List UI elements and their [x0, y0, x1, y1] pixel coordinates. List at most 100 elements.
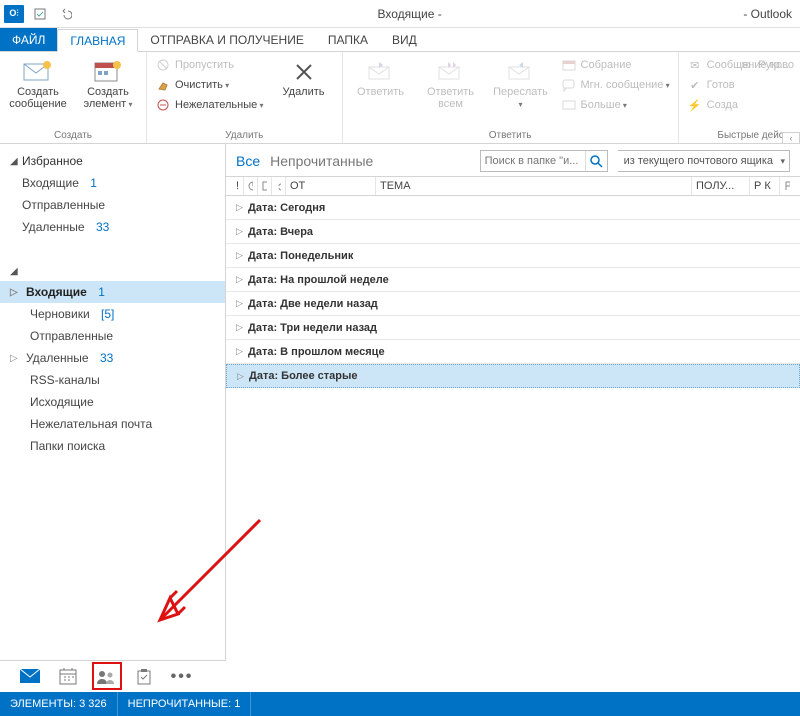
title-bar: O⫶ Входящие - - Outlook — [0, 0, 800, 28]
folder-sent[interactable]: Отправленные — [0, 325, 225, 347]
fav-deleted[interactable]: Удаленные 33 — [0, 216, 225, 238]
folder-search[interactable]: Папки поиска — [0, 435, 225, 457]
im-button[interactable]: Мгн. сообщение — [559, 76, 672, 94]
quickstep-create-button[interactable]: ⚡Созда — [685, 96, 800, 114]
date-group[interactable]: ▷Дата: Три недели назад — [226, 316, 800, 340]
tab-send-receive[interactable]: ОТПРАВКА И ПОЛУЧЕНИЕ — [138, 28, 315, 51]
fav-inbox-label: Входящие — [22, 176, 79, 190]
delete-icon — [288, 58, 320, 86]
qat-undo-icon[interactable] — [56, 5, 76, 23]
ribbon-tabs: ФАЙЛ ГЛАВНАЯ ОТПРАВКА И ПОЛУЧЕНИЕ ПАПКА … — [0, 28, 800, 52]
fav-inbox[interactable]: Входящие 1 — [0, 172, 225, 194]
date-group[interactable]: ▷Дата: Две недели назад — [226, 292, 800, 316]
group-label-respond: Ответить — [349, 128, 672, 141]
nav-more-icon[interactable]: ••• — [170, 665, 194, 689]
nav-mail-icon[interactable] — [18, 665, 42, 689]
nav-calendar-icon[interactable] — [56, 665, 80, 689]
new-email-icon — [22, 58, 54, 86]
deleted-count: 33 — [100, 351, 113, 365]
col-from[interactable]: ОТ — [286, 177, 376, 195]
search-scope-dropdown[interactable]: из текущего почтового ящика — [618, 150, 790, 172]
new-email-label: Создать сообщение — [8, 86, 68, 110]
outbox-label: Исходящие — [30, 395, 94, 409]
forward-icon — [505, 58, 537, 86]
search-input[interactable] — [481, 155, 585, 167]
folder-junk[interactable]: Нежелательная почта — [0, 413, 225, 435]
cleanup-label: Очистить — [175, 79, 229, 91]
sent-label: Отправленные — [30, 329, 113, 343]
meeting-icon — [561, 57, 577, 73]
col-subject[interactable]: ТЕМА — [376, 177, 692, 195]
date-group[interactable]: ▷Дата: В прошлом месяце — [226, 340, 800, 364]
chevron-right-icon: ▷ — [236, 274, 248, 285]
date-group[interactable]: ▷Дата: Понедельник — [226, 244, 800, 268]
quickstep-create-label: Созда — [707, 99, 738, 111]
ribbon-group-new: Создать сообщение Создать элемент Создат… — [0, 52, 147, 143]
filter-unread[interactable]: Непрочитанные — [270, 153, 373, 169]
delete-button[interactable]: Удалить — [272, 56, 336, 114]
group-label: Дата: Понедельник — [248, 250, 353, 262]
col-icon[interactable] — [258, 177, 272, 195]
chevron-right-icon: ▷ — [236, 346, 248, 357]
group-label: Дата: Две недели назад — [248, 298, 378, 310]
date-group[interactable]: ▷Дата: Более старые — [226, 364, 800, 388]
forward-button[interactable]: Переслать — [489, 56, 553, 114]
col-received[interactable]: ПОЛУ... — [692, 177, 750, 195]
search-box[interactable] — [480, 150, 608, 172]
new-item-button[interactable]: Создать элемент — [76, 56, 140, 112]
group-label-delete: Удалить — [153, 128, 336, 141]
folder-inbox[interactable]: ▷Входящие 1 — [0, 281, 225, 303]
outlook-app-icon: O⫶ — [4, 5, 24, 23]
reply-all-button[interactable]: Ответить всем — [419, 56, 483, 114]
mail-icon: ✉ — [738, 57, 754, 73]
filter-all[interactable]: Все — [236, 153, 260, 169]
column-headers: ! ОТ ТЕМА ПОЛУ... Р К — [226, 176, 800, 196]
folder-drafts[interactable]: Черновики [5] — [0, 303, 225, 325]
deleted-label: Удаленные — [26, 351, 89, 365]
ignore-icon — [155, 57, 171, 73]
qat-sendreceive-icon[interactable] — [30, 5, 50, 23]
new-email-button[interactable]: Создать сообщение — [6, 56, 70, 112]
nav-tasks-icon[interactable] — [132, 665, 156, 689]
col-importance[interactable]: ! — [232, 177, 244, 195]
reply-button[interactable]: Ответить — [349, 56, 413, 114]
group-label: Дата: На прошлой неделе — [248, 274, 389, 286]
new-item-icon — [92, 58, 124, 86]
ignore-button[interactable]: Пропустить — [153, 56, 266, 74]
group-label: Дата: В прошлом месяце — [248, 346, 385, 358]
meeting-button[interactable]: Собрание — [559, 56, 672, 74]
quickstep-manager-button[interactable]: ✉Руково — [736, 56, 796, 74]
date-group[interactable]: ▷Дата: Сегодня — [226, 196, 800, 220]
chevron-down-icon: ◢ — [10, 266, 20, 277]
col-categories[interactable]: Р К — [750, 177, 780, 195]
inbox-label: Входящие — [26, 285, 87, 299]
fav-sent[interactable]: Отправленные — [0, 194, 225, 216]
chevron-right-icon: ▷ — [236, 202, 248, 213]
junk-button[interactable]: Нежелательные — [153, 96, 266, 114]
favorites-header[interactable]: ◢Избранное — [0, 150, 225, 172]
date-group[interactable]: ▷Дата: На прошлой неделе — [226, 268, 800, 292]
quickstep-done-button[interactable]: ✔Готов — [685, 76, 800, 94]
col-flag[interactable] — [780, 177, 794, 195]
col-reminder[interactable] — [244, 177, 258, 195]
tab-file[interactable]: ФАЙЛ — [0, 28, 57, 51]
ribbon-collapse-handle[interactable]: ‹ — [782, 132, 800, 144]
tab-folder[interactable]: ПАПКА — [316, 28, 380, 51]
folder-outbox[interactable]: Исходящие — [0, 391, 225, 413]
folder-rss[interactable]: RSS-каналы — [0, 369, 225, 391]
col-attachment[interactable] — [272, 177, 286, 195]
chevron-right-icon: ▷ — [10, 353, 20, 364]
ignore-label: Пропустить — [175, 59, 234, 71]
fav-deleted-label: Удаленные — [22, 220, 85, 234]
forward-label: Переслать — [491, 86, 551, 110]
cleanup-button[interactable]: Очистить — [153, 76, 266, 94]
folder-deleted[interactable]: ▷ Удаленные 33 — [0, 347, 225, 369]
more-respond-button[interactable]: Больше — [559, 96, 672, 114]
tab-view[interactable]: ВИД — [380, 28, 429, 51]
search-icon[interactable] — [585, 151, 607, 171]
tab-home[interactable]: ГЛАВНАЯ — [57, 29, 138, 52]
date-group[interactable]: ▷Дата: Вчера — [226, 220, 800, 244]
message-list-header: Все Непрочитанные из текущего почтового … — [226, 144, 800, 176]
account-header[interactable]: ◢ — [0, 262, 225, 281]
navigation-bar: ••• — [0, 660, 226, 692]
